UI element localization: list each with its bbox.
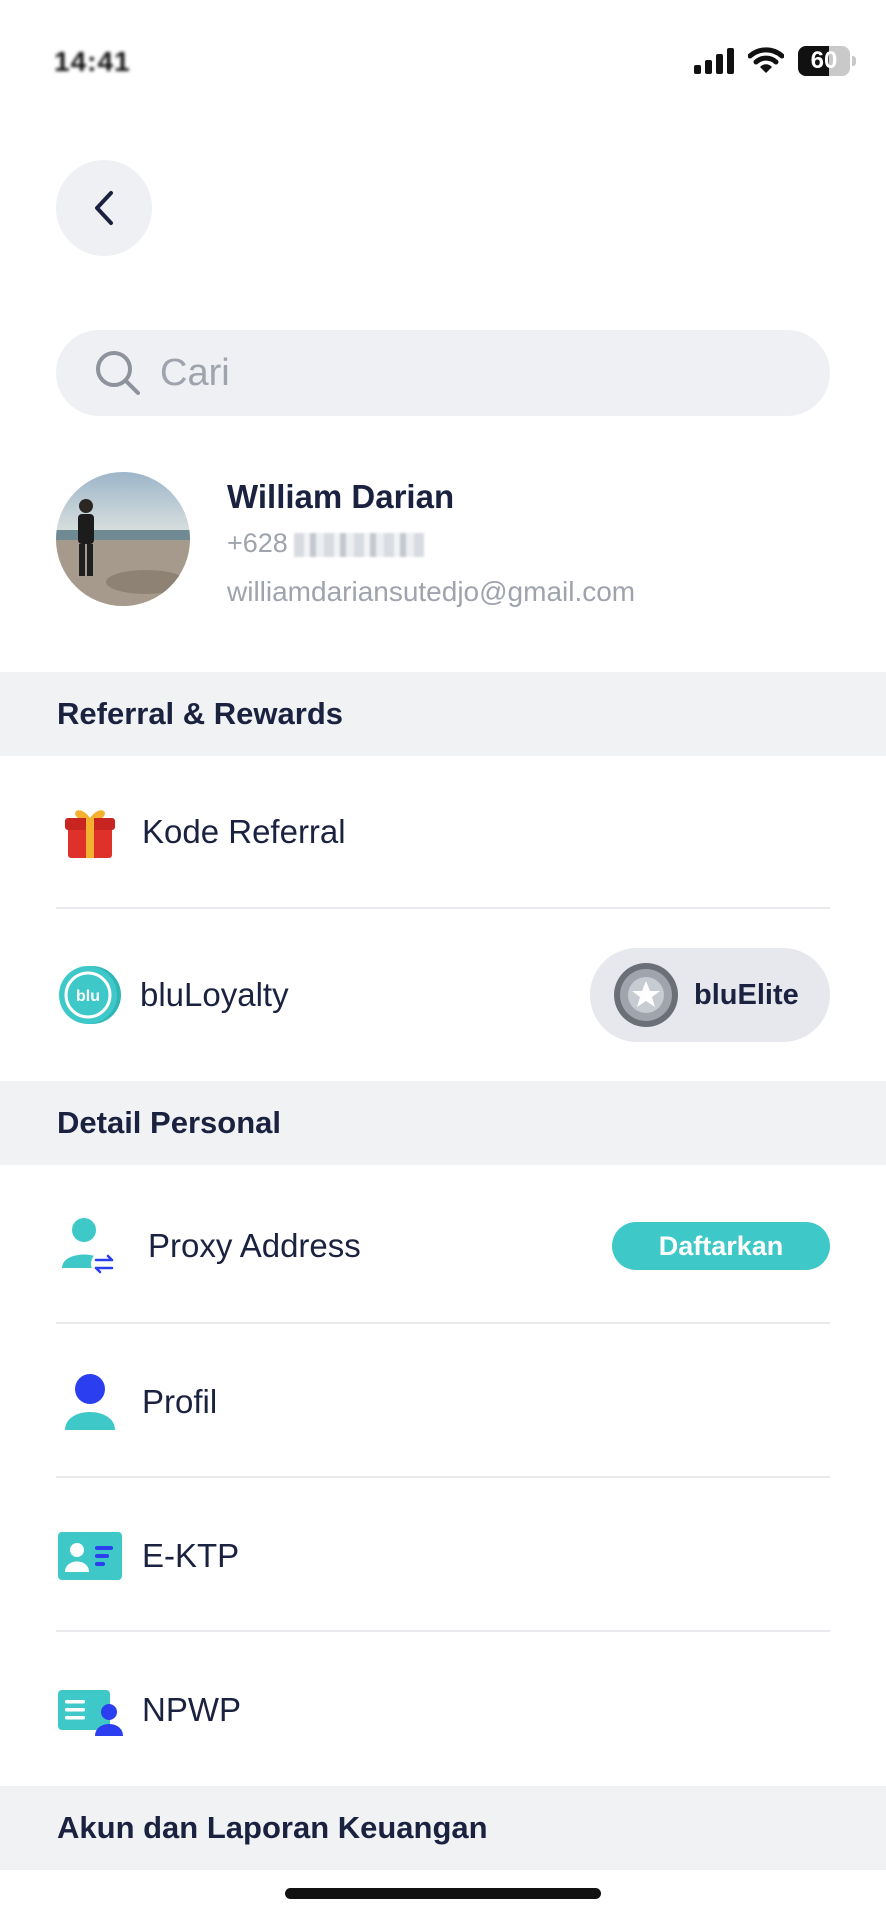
status-icons: 60: [694, 46, 856, 76]
section-detail-personal: Detail Personal: [0, 1081, 886, 1165]
tax-card-icon: [56, 1676, 124, 1744]
id-card-icon: [56, 1522, 124, 1590]
npwp-label: NPWP: [142, 1691, 241, 1728]
bluelite-badge[interactable]: bluElite: [590, 948, 830, 1042]
wifi-icon: [748, 47, 784, 73]
status-time: 14:41: [54, 46, 131, 77]
proxy-address-label: Proxy Address: [148, 1227, 361, 1264]
gift-icon: [56, 798, 124, 866]
bluloyalty-label: bluLoyalty: [140, 976, 289, 1013]
search-icon: [96, 351, 140, 395]
profile-phone: +628: [227, 528, 424, 559]
redacted-phone: [293, 532, 424, 557]
daftarkan-button[interactable]: Daftarkan: [612, 1222, 830, 1270]
search-input[interactable]: [160, 351, 760, 395]
bluloyalty-row[interactable]: blu bluLoyalty bluElite: [56, 948, 830, 1042]
cellular-signal-icon: [694, 48, 734, 74]
kode-referral-label: Kode Referral: [142, 813, 346, 850]
kode-referral-row[interactable]: Kode Referral: [56, 798, 830, 866]
section-referral-rewards: Referral & Rewards: [0, 672, 886, 756]
bluelite-label: bluElite: [694, 978, 799, 1011]
battery-icon: 60: [798, 46, 856, 76]
battery-level: 60: [810, 47, 838, 74]
back-button[interactable]: [56, 160, 152, 256]
svg-text:blu: blu: [76, 988, 100, 1005]
blu-coin-icon: blu: [56, 961, 124, 1029]
divider: [56, 1322, 830, 1324]
profil-label: Profil: [142, 1383, 218, 1420]
avatar: [56, 472, 190, 606]
profile-email: williamdariansutedjo@gmail.com: [227, 576, 636, 607]
search-bar[interactable]: [56, 330, 830, 416]
elite-medal-icon: [614, 963, 678, 1027]
profil-row[interactable]: Profil: [56, 1368, 830, 1436]
ektp-row[interactable]: E-KTP: [56, 1522, 830, 1590]
home-indicator[interactable]: [285, 1888, 601, 1899]
proxy-address-row[interactable]: Proxy Address Daftarkan: [56, 1212, 830, 1280]
chevron-left-icon: [95, 191, 113, 225]
section-akun-laporan-keuangan: Akun dan Laporan Keuangan: [0, 1786, 886, 1870]
divider: [56, 1476, 830, 1478]
npwp-row[interactable]: NPWP: [56, 1676, 830, 1744]
ektp-label: E-KTP: [142, 1537, 240, 1574]
user-icon: [56, 1368, 124, 1436]
divider: [56, 1630, 830, 1632]
divider: [56, 907, 830, 909]
profile-card[interactable]: William Darian +628 williamdariansutedjo…: [56, 472, 830, 612]
status-bar: 14:41 60: [0, 0, 886, 110]
profile-name: William Darian: [227, 478, 455, 515]
proxy-user-icon: [56, 1212, 124, 1280]
